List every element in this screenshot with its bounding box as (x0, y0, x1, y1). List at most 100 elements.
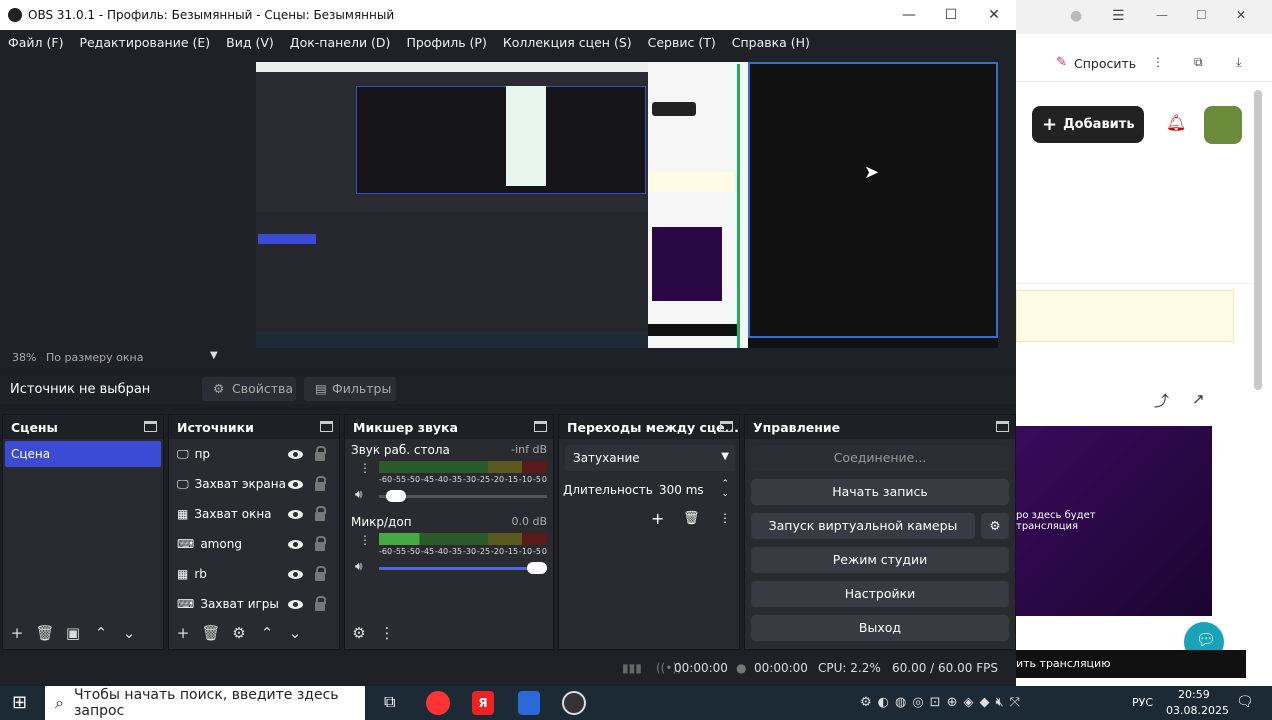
menu-view[interactable]: Вид (V) (218, 35, 282, 50)
menu-profile[interactable]: Профиль (P) (398, 35, 494, 50)
avatar[interactable] (1204, 106, 1242, 144)
speaker-icon[interactable]: 🔊︎ (355, 559, 363, 574)
bell-icon[interactable]: 🔔︎ (1166, 113, 1186, 132)
start-recording-button[interactable]: Начать запись (751, 479, 1009, 505)
tray-icons[interactable]: ⚙◐◍◎⊡⊕◈◆🔇︎⤧ (860, 695, 1026, 710)
transition-menu-icon[interactable]: ⋮ (719, 511, 731, 525)
stepper-down-icon[interactable]: ⌄ (721, 489, 729, 499)
add-scene-icon[interactable]: + (3, 624, 31, 642)
remove-transition-icon[interactable]: 🗑︎ (683, 511, 700, 526)
preview-canvas[interactable]: ➤ (256, 62, 998, 348)
clock-time[interactable]: 20:59 (1178, 688, 1210, 701)
studio-mode-button[interactable]: Режим студии (751, 547, 1009, 573)
profile-icon[interactable]: ● (1070, 8, 1082, 24)
remove-source-icon[interactable]: 🗑︎ (197, 624, 225, 642)
source-item[interactable]: ⌨ Захват игры (169, 589, 339, 619)
add-transition-icon[interactable]: + (651, 509, 664, 528)
speaker-icon[interactable]: 🔊︎ (355, 487, 363, 502)
lock-icon[interactable] (315, 566, 326, 581)
filters-button[interactable]: ▤ Фильтры (304, 377, 396, 401)
zoom-dropdown-icon[interactable]: ▼ (210, 350, 218, 361)
language-indicator[interactable]: РУС (1132, 696, 1153, 709)
source-item[interactable]: 🖵 Захват экрана (169, 469, 339, 499)
start-virtual-camera-button[interactable]: Запуск виртуальной камеры (751, 513, 975, 539)
maximize-button[interactable]: ☐ (930, 0, 972, 30)
lock-icon[interactable] (315, 446, 326, 461)
volume-slider[interactable] (379, 562, 547, 574)
move-down-icon[interactable]: ⌄ (281, 624, 309, 642)
menu-edit[interactable]: Редактирование (E) (71, 35, 218, 50)
stepper-up-icon[interactable]: ⌃ (721, 479, 729, 489)
popout-icon[interactable] (720, 421, 733, 432)
eye-icon[interactable] (288, 569, 303, 579)
task-view-icon[interactable]: ⧉ (384, 692, 395, 712)
channel-menu-icon[interactable]: ⋮ (359, 533, 371, 547)
minimize-icon[interactable]: — (1156, 8, 1168, 22)
volume-slider[interactable] (379, 490, 547, 502)
advanced-audio-icon[interactable]: ⚙ (345, 624, 373, 642)
popout-icon[interactable] (320, 421, 333, 432)
menu-scene-collection[interactable]: Коллекция сцен (S) (495, 35, 640, 50)
mixer-menu-icon[interactable]: ⋮ (373, 624, 401, 642)
close-button[interactable]: ✕ (973, 0, 1015, 30)
volume-thumb[interactable] (386, 490, 407, 502)
close-icon[interactable]: ✕ (1236, 8, 1246, 22)
duration-input[interactable]: 300 ms ⌃ ⌄ (651, 477, 735, 503)
menu-help[interactable]: Справка (H) (724, 35, 818, 50)
eye-icon[interactable] (288, 539, 303, 549)
share-icon[interactable]: ⤴ (1154, 390, 1169, 411)
zoom-mode[interactable]: По размеру окна (46, 351, 143, 364)
eye-icon[interactable] (288, 599, 303, 609)
sidebar-icon[interactable]: ⧉ (1194, 55, 1203, 70)
menu-icon[interactable]: ☰ (1112, 8, 1125, 24)
add-source-icon[interactable]: + (169, 624, 197, 642)
external-link-icon[interactable]: ↗ (1192, 390, 1205, 408)
eye-icon[interactable] (288, 479, 303, 489)
move-up-icon[interactable]: ⌃ (87, 624, 115, 642)
minimize-button[interactable]: — (888, 0, 930, 30)
windows-start-icon[interactable]: ⊞ (12, 692, 27, 713)
menu-tools[interactable]: Сервис (T) (640, 35, 724, 50)
ask-button[interactable]: Спросить (1074, 56, 1136, 71)
eye-icon[interactable] (288, 449, 303, 459)
source-item[interactable]: ▦ Захват окна (169, 499, 339, 529)
popout-icon[interactable] (996, 421, 1009, 432)
settings-button[interactable]: Настройки (751, 581, 1009, 607)
download-icon[interactable]: ⤓ (1236, 55, 1241, 70)
exit-button[interactable]: Выход (751, 615, 1009, 641)
clock-date[interactable]: 03.08.2025 (1166, 704, 1229, 717)
move-up-icon[interactable]: ⌃ (253, 624, 281, 642)
source-item[interactable]: ⌨ among (169, 529, 339, 559)
lock-icon[interactable] (315, 596, 326, 611)
properties-button[interactable]: ⚙ Свойства (202, 377, 296, 401)
scene-filter-icon[interactable]: ▣ (59, 624, 87, 642)
notification-icon[interactable]: 🗨︎ (1236, 694, 1254, 710)
menu-file[interactable]: Файл (F) (0, 35, 71, 50)
menu-docks[interactable]: Док-панели (D) (282, 35, 399, 50)
transition-select[interactable]: Затухание ▼ (565, 445, 735, 471)
popout-icon[interactable] (144, 421, 157, 432)
preview-selected-source[interactable] (748, 62, 998, 338)
source-item[interactable]: 🖵 пр (169, 439, 339, 469)
lock-icon[interactable] (315, 536, 326, 551)
lock-icon[interactable] (315, 506, 326, 521)
start-stream-bar[interactable]: ить трансляцию (1016, 650, 1246, 678)
search-box[interactable]: ⌕ Чтобы начать поиск, введите здесь запр… (45, 686, 365, 720)
connect-button[interactable]: Соединение... (751, 445, 1009, 471)
scene-item[interactable]: Сцена (5, 441, 161, 467)
remove-scene-icon[interactable]: 🗑︎ (31, 624, 59, 642)
volume-thumb[interactable] (527, 562, 547, 574)
scrollbar[interactable] (1254, 90, 1262, 390)
lock-icon[interactable] (315, 476, 326, 491)
source-item[interactable]: ▦ rb (169, 559, 339, 589)
channel-menu-icon[interactable]: ⋮ (359, 461, 371, 475)
virtual-camera-settings-button[interactable]: ⚙ (981, 513, 1009, 539)
preview-area[interactable]: ➤ (0, 54, 1016, 348)
yandex-browser-icon[interactable] (426, 691, 450, 715)
maximize-icon[interactable]: ☐ (1196, 8, 1207, 22)
source-properties-icon[interactable]: ⚙ (225, 624, 253, 642)
eye-icon[interactable] (288, 509, 303, 519)
app-icon[interactable] (518, 691, 540, 715)
more-icon[interactable]: ⋮ (1152, 55, 1164, 69)
obs-taskbar-icon[interactable] (562, 691, 586, 715)
